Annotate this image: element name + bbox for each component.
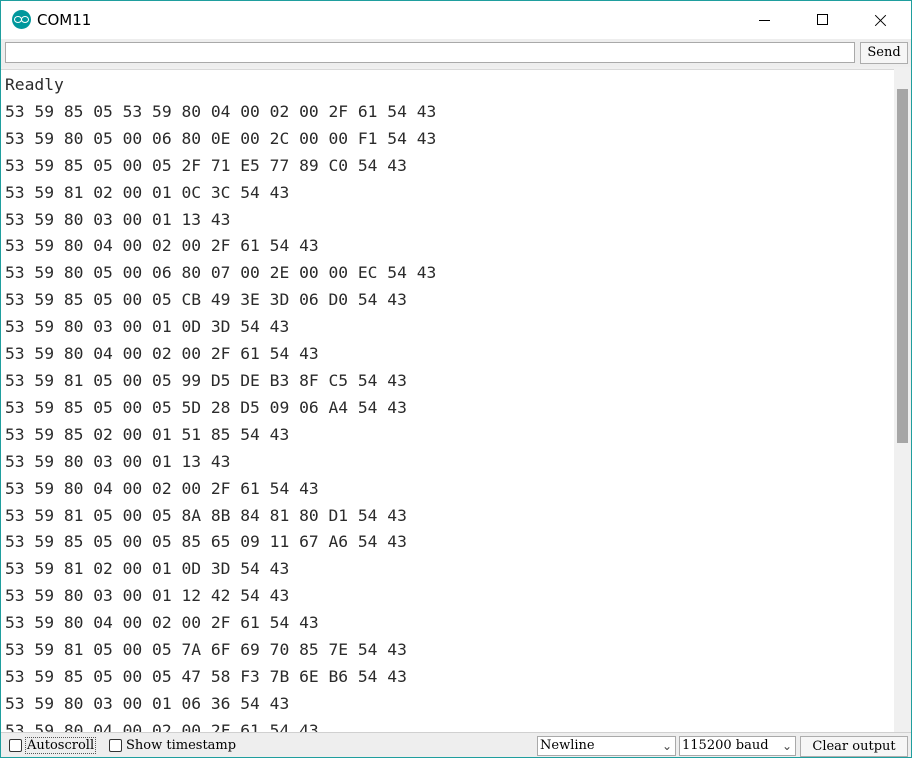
autoscroll-checkbox[interactable] xyxy=(9,739,22,752)
line-ending-select[interactable]: Newline ⌄ xyxy=(537,736,676,756)
output-line: 53 59 85 02 00 01 51 85 54 43 xyxy=(5,424,290,444)
send-button[interactable]: Send xyxy=(860,42,908,64)
status-bar: Autoscroll Show timestamp Newline ⌄ 1152… xyxy=(1,732,911,757)
output-line: Readly xyxy=(5,75,64,94)
output-line: 53 59 80 03 00 01 06 36 54 43 xyxy=(5,693,290,713)
output-line: 53 59 81 05 00 05 8A 8B 84 81 80 D1 54 4… xyxy=(5,505,407,525)
timestamp-checkbox[interactable] xyxy=(109,739,122,752)
output-line: 53 59 85 05 00 05 47 58 F3 7B 6E B6 54 4… xyxy=(5,666,407,686)
vertical-scrollbar[interactable] xyxy=(894,69,911,731)
output-line: 53 59 80 04 00 02 00 2F 61 54 43 xyxy=(5,613,319,633)
arduino-icon xyxy=(12,10,31,29)
send-input[interactable] xyxy=(5,42,855,63)
output-line: 53 59 85 05 00 05 85 65 09 11 67 A6 54 4… xyxy=(5,532,407,552)
output-line: 53 59 80 05 00 06 80 0E 00 2C 00 00 F1 5… xyxy=(5,128,437,148)
output-line: 53 59 80 03 00 01 12 42 54 43 xyxy=(5,586,290,606)
output-line: 53 59 81 05 00 05 99 D5 DE B3 8F C5 54 4… xyxy=(5,370,407,390)
output-line: 53 59 80 04 00 02 00 2F 61 54 43 xyxy=(5,478,319,498)
window-title: COM11 xyxy=(37,11,92,29)
output-line: 53 59 81 02 00 01 0D 3D 54 43 xyxy=(5,559,290,579)
output-line: 53 59 81 05 00 05 7A 6F 69 70 85 7E 54 4… xyxy=(5,640,407,660)
output-line: 53 59 80 03 00 01 13 43 xyxy=(5,209,231,229)
minimize-button[interactable] xyxy=(735,1,793,39)
output-line: 53 59 80 04 00 02 00 2F 61 54 43 xyxy=(5,720,319,732)
output-line: 53 59 85 05 00 05 CB 49 3E 3D 06 D0 54 4… xyxy=(5,290,407,310)
scrollbar-thumb[interactable] xyxy=(897,89,908,443)
serial-output[interactable]: Readly 53 59 85 05 53 59 80 04 00 02 00 2… xyxy=(1,69,894,732)
chevron-down-icon: ⌄ xyxy=(661,739,672,753)
output-line: 53 59 81 02 00 01 0C 3C 54 43 xyxy=(5,182,290,202)
output-line: 53 59 85 05 00 05 5D 28 D5 09 06 A4 54 4… xyxy=(5,397,407,417)
serial-monitor-window: COM11 Send Readly 53 59 85 05 53 59 80 04… xyxy=(0,0,912,758)
output-line: 53 59 80 04 00 02 00 2F 61 54 43 xyxy=(5,236,319,256)
chevron-down-icon: ⌄ xyxy=(781,739,792,753)
output-line: 53 59 80 03 00 01 0D 3D 54 43 xyxy=(5,317,290,337)
output-lines: Readly 53 59 85 05 53 59 80 04 00 02 00 2… xyxy=(5,72,436,732)
output-line: 53 59 80 03 00 01 13 43 xyxy=(5,451,231,471)
output-line: 53 59 80 04 00 02 00 2F 61 54 43 xyxy=(5,344,319,364)
baud-rate-value: 115200 baud xyxy=(682,738,769,753)
baud-rate-select[interactable]: 115200 baud ⌄ xyxy=(679,736,796,756)
maximize-button[interactable] xyxy=(793,1,851,39)
output-line: 53 59 85 05 00 05 2F 71 E5 77 89 C0 54 4… xyxy=(5,155,407,175)
close-button[interactable] xyxy=(851,1,909,39)
clear-output-button[interactable]: Clear output xyxy=(800,736,908,757)
title-bar[interactable]: COM11 xyxy=(1,1,911,39)
line-ending-value: Newline xyxy=(540,738,595,753)
send-bar: Send xyxy=(1,39,911,67)
output-line: 53 59 80 05 00 06 80 07 00 2E 00 00 EC 5… xyxy=(5,263,437,283)
timestamp-label[interactable]: Show timestamp xyxy=(126,738,236,753)
autoscroll-label[interactable]: Autoscroll xyxy=(25,737,97,754)
output-line: 53 59 85 05 53 59 80 04 00 02 00 2F 61 5… xyxy=(5,101,437,121)
